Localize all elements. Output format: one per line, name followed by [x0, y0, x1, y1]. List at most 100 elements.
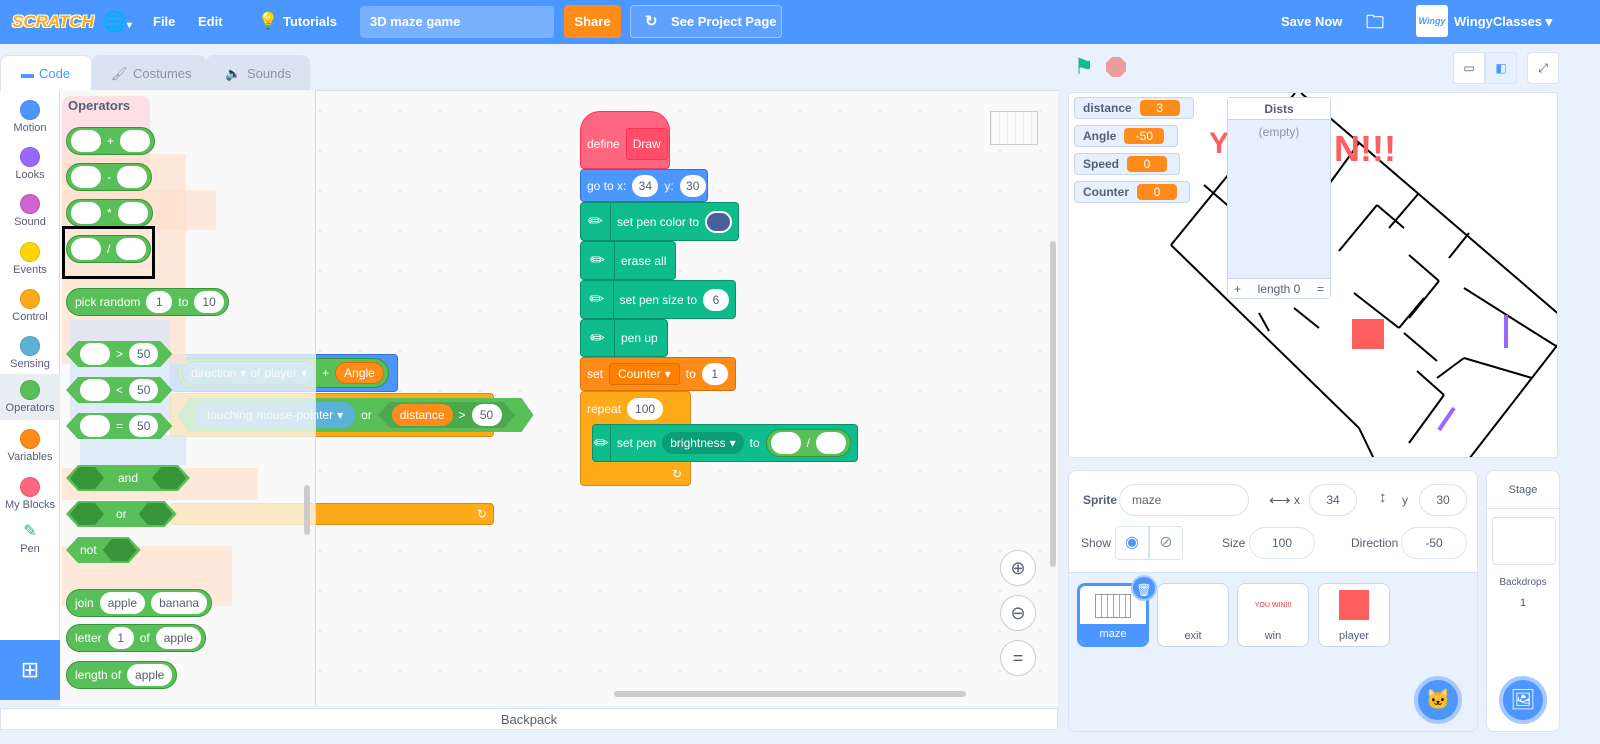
add-extension-button[interactable]: ⊞	[0, 640, 60, 700]
username-menu[interactable]: WingyClasses ▾	[1454, 0, 1552, 44]
backdrop-thumbnail[interactable]	[1492, 517, 1556, 565]
or-block[interactable]: or	[66, 501, 177, 527]
value-input[interactable]: 50	[472, 404, 502, 426]
sprite-tile-player[interactable]: player	[1318, 583, 1390, 647]
repeat-count-input[interactable]: 100	[627, 398, 664, 420]
distance-variable-reporter[interactable]: distance	[392, 404, 453, 426]
number-input[interactable]	[120, 130, 151, 152]
number-input[interactable]	[71, 130, 101, 152]
category-sensing[interactable]: Sensing	[0, 330, 60, 376]
avatar[interactable]: Wingy	[1416, 5, 1448, 37]
horizontal-scrollbar[interactable]	[614, 691, 966, 697]
category-my-blocks[interactable]: My Blocks	[0, 471, 60, 517]
number-input[interactable]	[117, 202, 148, 224]
input[interactable]: 50	[129, 343, 158, 365]
pen-up-block[interactable]: ✏ pen up	[580, 319, 668, 357]
subtract-block[interactable]: -	[66, 163, 152, 191]
go-to-xy-block[interactable]: go to x: 34 y: 30	[580, 169, 708, 202]
show-sprite-button[interactable]: ◉	[1115, 526, 1149, 560]
tab-sounds[interactable]: 🔈 Sounds	[206, 55, 310, 91]
x-input[interactable]: 34	[632, 174, 659, 197]
boolean-slot[interactable]	[70, 503, 104, 525]
join-block[interactable]: join apple banana	[66, 589, 213, 617]
color-picker-input[interactable]	[705, 210, 732, 233]
pen-size-input[interactable]: 6	[703, 288, 729, 311]
input[interactable]	[80, 343, 110, 365]
erase-all-block[interactable]: ✏ erase all	[580, 241, 676, 280]
category-motion[interactable]: Motion	[0, 94, 60, 140]
pick-random-block[interactable]: pick random 1 to 10	[66, 288, 229, 316]
tab-code[interactable]: ▬ Code	[0, 55, 92, 91]
fullscreen-button[interactable]: ⤢	[1527, 52, 1559, 84]
add-block[interactable]: +	[66, 127, 156, 155]
input[interactable]	[80, 379, 110, 401]
delete-sprite-button[interactable]: 🗑	[1131, 575, 1157, 601]
direction-input[interactable]: -50	[1401, 527, 1467, 559]
equals-block[interactable]: = 50	[66, 413, 172, 439]
category-operators[interactable]: Operators	[0, 374, 60, 420]
number-input[interactable]	[770, 432, 801, 454]
custom-block-prototype[interactable]: Draw	[625, 128, 668, 160]
not-block[interactable]: not	[66, 537, 141, 563]
category-events[interactable]: Events	[0, 236, 60, 282]
see-project-page-button[interactable]: ↻ See Project Page	[630, 5, 782, 38]
letter-of-block[interactable]: letter 1 of apple	[66, 624, 207, 652]
multiply-block[interactable]: *	[66, 199, 153, 227]
variable-monitor-angle[interactable]: Angle -50	[1074, 125, 1178, 147]
language-globe-icon[interactable]: 🌐▾	[102, 0, 132, 44]
stage-target-pane[interactable]: Stage Backdrops 1 🖼	[1486, 470, 1560, 732]
stop-icon[interactable]	[1106, 57, 1126, 77]
sprite-name-input[interactable]: maze	[1119, 484, 1249, 516]
vertical-scrollbar[interactable]	[1050, 241, 1056, 567]
small-stage-button[interactable]: ▭	[1453, 52, 1485, 84]
category-pen[interactable]: ✎ Pen	[0, 517, 60, 563]
variable-monitor-counter[interactable]: Counter 0	[1074, 181, 1190, 203]
number-input[interactable]	[117, 166, 147, 188]
text-input[interactable]: apple	[127, 664, 173, 686]
divide-reporter[interactable]: /	[765, 429, 851, 457]
angle-variable-reporter[interactable]: Angle	[335, 362, 384, 384]
set-value-input[interactable]: 1	[701, 363, 728, 385]
input[interactable]: 50	[129, 415, 158, 437]
text-input[interactable]: apple	[99, 592, 146, 614]
less-than-block[interactable]: <50	[66, 377, 172, 403]
boolean-slot[interactable]	[139, 503, 173, 525]
number-input[interactable]	[71, 166, 101, 188]
category-looks[interactable]: Looks	[0, 141, 60, 187]
zoom-in-button[interactable]: ⊕	[1000, 550, 1036, 586]
text-input[interactable]: banana	[151, 592, 208, 614]
set-variable-block[interactable]: set Counter ▾ to 1	[580, 357, 736, 391]
variable-monitor-speed[interactable]: Speed 0	[1074, 153, 1180, 175]
size-input[interactable]: 100	[1249, 527, 1315, 559]
variable-dropdown[interactable]: Counter ▾	[609, 363, 680, 385]
edit-menu[interactable]: Edit	[198, 0, 223, 44]
scratch-logo[interactable]: SCRATCH	[12, 8, 94, 36]
from-input[interactable]: 1	[146, 291, 173, 313]
input[interactable]: 50	[129, 379, 158, 401]
number-input[interactable]	[71, 202, 101, 224]
tutorials-menu[interactable]: Tutorials	[283, 0, 337, 44]
category-control[interactable]: Control	[0, 283, 60, 329]
set-pen-color-block[interactable]: ✏ set pen color to	[580, 202, 739, 241]
choose-sprite-button[interactable]: 🐱	[1414, 676, 1462, 724]
category-variables[interactable]: Variables	[0, 423, 60, 469]
number-input[interactable]	[816, 432, 846, 454]
set-pen-size-block[interactable]: ✏ set pen size to 6	[580, 280, 736, 319]
large-stage-button[interactable]: ◧	[1485, 52, 1517, 84]
text-input[interactable]: apple	[155, 627, 202, 649]
variable-monitor-distance[interactable]: distance 3	[1074, 97, 1194, 119]
boolean-slot[interactable]	[70, 467, 104, 489]
list-resize-handle[interactable]: =	[1317, 282, 1324, 296]
green-flag-icon[interactable]: ⚑	[1074, 54, 1094, 80]
stage-canvas[interactable]: N!!! Y distance 3 Angle -50 Speed 0 Counter…	[1068, 92, 1558, 458]
category-sound[interactable]: Sound	[0, 188, 60, 234]
sprite-tile-win[interactable]: YOU WIN!!! win	[1237, 583, 1309, 647]
project-title-input[interactable]: 3D maze game	[360, 6, 554, 38]
hide-sprite-button[interactable]: ⊘	[1149, 526, 1183, 560]
input[interactable]	[80, 415, 110, 437]
pen-param-dropdown[interactable]: brightness ▾	[662, 432, 744, 454]
tab-costumes[interactable]: 🖌 Costumes	[92, 55, 206, 91]
sprite-tile-exit[interactable]: exit	[1157, 583, 1229, 647]
to-input[interactable]: 10	[194, 291, 224, 313]
list-monitor-dists[interactable]: Dists (empty) + length 0 =	[1227, 97, 1331, 299]
